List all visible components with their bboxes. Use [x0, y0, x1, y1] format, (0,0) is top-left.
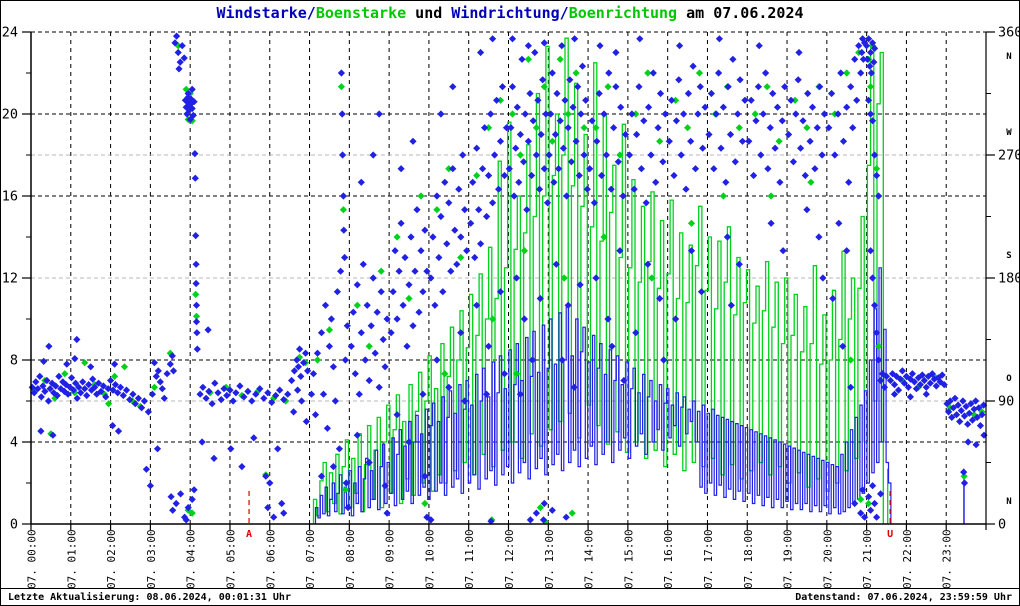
svg-text:07. 12:00: 07. 12:00	[503, 529, 516, 589]
svg-text:8: 8	[10, 353, 18, 369]
svg-text:07. 22:00: 07. 22:00	[901, 529, 914, 589]
svg-text:24: 24	[2, 25, 18, 41]
svg-text:16: 16	[2, 189, 18, 205]
svg-text:07. 05:00: 07. 05:00	[224, 529, 237, 589]
svg-text:07. 01:00: 07. 01:00	[65, 529, 78, 589]
svg-text:07. 09:00: 07. 09:00	[384, 529, 397, 589]
svg-text:07. 03:00: 07. 03:00	[145, 529, 158, 589]
svg-text:0: 0	[998, 517, 1006, 533]
weather-chart-window: Windstarke/Boenstarke und Windrichtung/B…	[0, 0, 1020, 606]
data-state-text: Datenstand: 07.06.2024, 23:59:59 Uhr	[795, 591, 1012, 603]
svg-text:20: 20	[2, 107, 18, 123]
svg-text:07. 04:00: 07. 04:00	[185, 529, 198, 589]
svg-text:0: 0	[10, 517, 18, 533]
svg-text:07. 18:00: 07. 18:00	[742, 529, 755, 589]
svg-text:07. 08:00: 07. 08:00	[344, 529, 357, 589]
svg-text:N: N	[1006, 52, 1011, 62]
svg-text:07. 13:00: 07. 13:00	[543, 529, 556, 589]
svg-text:07. 10:00: 07. 10:00	[423, 529, 436, 589]
svg-text:07. 23:00: 07. 23:00	[941, 529, 954, 589]
svg-text:O: O	[1006, 374, 1012, 384]
svg-text:07. 16:00: 07. 16:00	[662, 529, 675, 589]
svg-text:07. 20:00: 07. 20:00	[821, 529, 834, 589]
svg-text:07. 02:00: 07. 02:00	[105, 529, 118, 589]
svg-text:W: W	[1006, 128, 1012, 138]
svg-text:12: 12	[2, 271, 18, 287]
svg-text:U: U	[887, 529, 893, 540]
svg-text:360: 360	[998, 25, 1020, 41]
status-bar: Letzte Aktualisierung: 08.06.2024, 00:01…	[1, 588, 1019, 605]
svg-text:4: 4	[10, 435, 18, 451]
svg-text:07. 06:00: 07. 06:00	[264, 529, 277, 589]
svg-text:180: 180	[998, 271, 1020, 287]
svg-text:07. 07:00: 07. 07:00	[304, 529, 317, 589]
svg-text:90: 90	[998, 394, 1014, 410]
svg-text:A: A	[246, 529, 252, 540]
svg-text:07. 17:00: 07. 17:00	[702, 529, 715, 589]
wind-chart-canvas: 04812162024 360N270W180S90O0N07. 00:00 07.…	[2, 25, 1020, 590]
svg-text:270: 270	[998, 148, 1020, 164]
svg-text:07. 00:00: 07. 00:00	[26, 529, 39, 589]
svg-text:N: N	[1006, 497, 1011, 507]
svg-text:07. 14:00: 07. 14:00	[583, 529, 596, 589]
svg-text:07. 11:00: 07. 11:00	[463, 529, 476, 589]
svg-text:S: S	[1006, 251, 1011, 261]
last-update-text: Letzte Aktualisierung: 08.06.2024, 00:01…	[8, 591, 291, 603]
svg-text:07. 15:00: 07. 15:00	[622, 529, 635, 589]
svg-text:07. 21:00: 07. 21:00	[861, 529, 874, 589]
svg-text:07. 19:00: 07. 19:00	[782, 529, 795, 589]
